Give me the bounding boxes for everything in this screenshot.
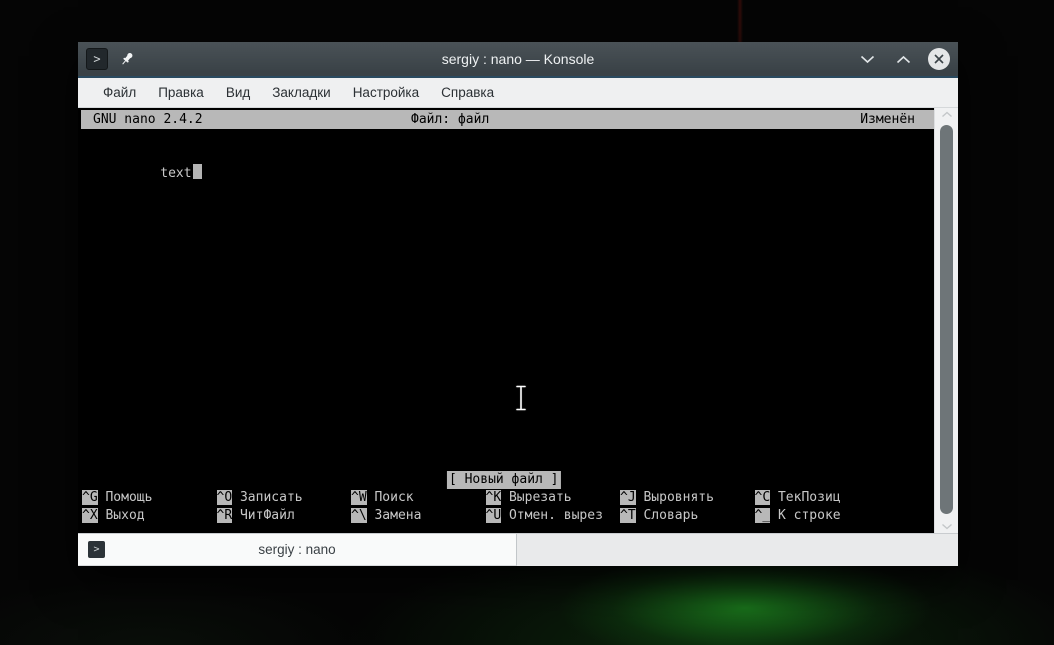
scrollbar-down-icon[interactable] xyxy=(935,523,958,530)
nano-editor[interactable]: GNU nano 2.4.2 Файл: файл Изменён text [… xyxy=(78,108,934,533)
maximize-button[interactable] xyxy=(892,48,914,70)
shortcut-exit: ^X Выход xyxy=(82,508,145,523)
minimize-button[interactable] xyxy=(856,48,878,70)
shortcut-curpos: ^C ТекПозиц xyxy=(754,490,841,505)
nano-filename: Файл: файл xyxy=(411,112,490,127)
titlebar[interactable]: > sergiy : nano — Konsole xyxy=(78,42,958,78)
shortcut-speller: ^T Словарь xyxy=(620,508,699,523)
scrollbar-up-icon[interactable] xyxy=(935,111,958,118)
shortcut-justify: ^J Выровнять xyxy=(620,490,714,505)
buffer-line: text xyxy=(82,146,202,201)
konsole-window: > sergiy : nano — Konsole Файл Правка Ви… xyxy=(78,42,958,566)
menu-item-bookmarks[interactable]: Закладки xyxy=(261,81,341,104)
scrollbar[interactable] xyxy=(934,108,958,533)
konsole-app-icon: > xyxy=(86,48,108,70)
text-cursor xyxy=(192,164,202,179)
mouse-ibeam-cursor xyxy=(436,366,528,436)
tab-bar: > sergiy : nano xyxy=(78,533,958,566)
nano-titlebar: GNU nano 2.4.2 Файл: файл Изменён xyxy=(81,110,934,129)
pin-icon[interactable] xyxy=(118,50,136,68)
nano-version: GNU nano 2.4.2 xyxy=(93,112,203,127)
desktop-red-streak xyxy=(737,0,743,42)
shortcut-readfile: ^R ЧитФайл xyxy=(216,508,295,523)
scrollbar-thumb[interactable] xyxy=(940,125,953,514)
terminal-icon: > xyxy=(88,541,105,558)
window-title: sergiy : nano — Konsole xyxy=(441,51,595,67)
menu-item-view[interactable]: Вид xyxy=(215,81,261,104)
buffer-text: text xyxy=(160,166,192,181)
nano-statusbar: [ Новый файл ] xyxy=(446,471,561,489)
shortcut-help: ^G Помощь xyxy=(82,490,153,505)
shortcut-uncut: ^U Отмен. вырез xyxy=(485,508,603,523)
tab-title: sergiy : nano xyxy=(258,542,336,557)
menu-item-edit[interactable]: Правка xyxy=(147,81,215,104)
shortcut-cut: ^K Вырезать xyxy=(485,490,572,505)
menubar: Файл Правка Вид Закладки Настройка Справ… xyxy=(78,78,958,108)
menu-item-help[interactable]: Справка xyxy=(430,81,505,104)
shortcut-replace: ^\ Замена xyxy=(351,508,422,523)
shortcut-gotoline: ^_ К строке xyxy=(754,508,841,523)
nano-shortcut-list: ^G Помощь ^O Записать ^W Поиск ^K Выреза… xyxy=(82,489,934,525)
menu-item-file[interactable]: Файл xyxy=(92,81,147,104)
menu-item-settings[interactable]: Настройка xyxy=(342,81,430,104)
tab-sergiy-nano[interactable]: > sergiy : nano xyxy=(78,534,517,566)
terminal-area[interactable]: GNU nano 2.4.2 Файл: файл Изменён text [… xyxy=(78,108,958,533)
nano-modified-flag: Изменён xyxy=(860,112,915,127)
desktop-background: > sergiy : nano — Konsole Файл Правка Ви… xyxy=(0,0,1054,645)
shortcut-writeout: ^O Записать xyxy=(216,490,303,505)
shortcut-search: ^W Поиск xyxy=(351,490,414,505)
close-button[interactable] xyxy=(928,48,950,70)
